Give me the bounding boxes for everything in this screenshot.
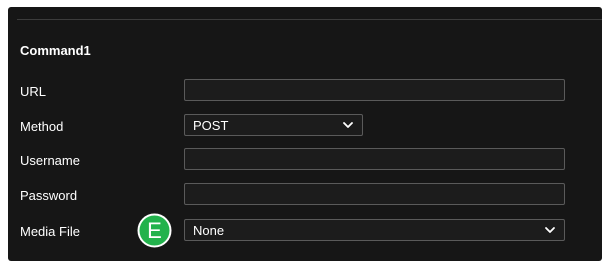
chevron-down-icon — [343, 122, 353, 128]
media-file-select[interactable]: None — [184, 219, 565, 241]
section-title: Command1 — [20, 43, 91, 58]
command-settings-panel: Command1 URL Method POST Username Passwo… — [8, 7, 602, 261]
method-row: Method POST — [8, 114, 602, 138]
badge-letter: E — [147, 218, 162, 243]
password-input[interactable] — [184, 183, 565, 205]
username-label: Username — [20, 153, 80, 168]
media-file-row: Media File E None — [8, 213, 602, 248]
media-file-select-value: None — [193, 223, 225, 238]
chevron-down-icon — [545, 227, 555, 233]
method-label: Method — [20, 119, 64, 134]
media-file-label: Media File — [20, 224, 80, 239]
top-divider — [17, 19, 602, 20]
method-select-value: POST — [193, 118, 229, 133]
url-row: URL — [8, 79, 602, 103]
username-input[interactable] — [184, 148, 565, 170]
username-row: Username — [8, 148, 602, 172]
url-label: URL — [20, 84, 47, 99]
method-select[interactable]: POST — [184, 114, 363, 136]
password-label: Password — [20, 188, 78, 203]
e-badge-icon: E — [137, 213, 172, 248]
url-input[interactable] — [184, 79, 565, 101]
password-row: Password — [8, 183, 602, 207]
